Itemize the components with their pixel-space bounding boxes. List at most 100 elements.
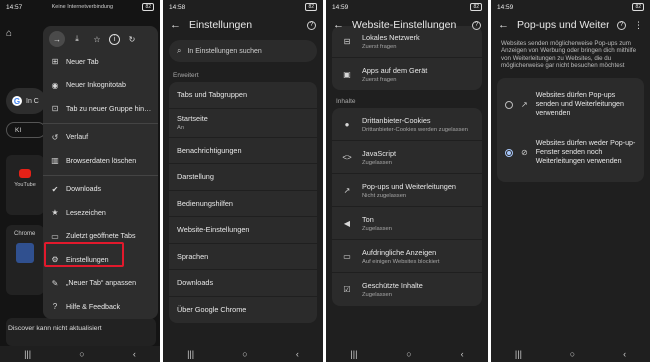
site-setting-label: Lokales Netzwerk <box>362 33 420 42</box>
recents-button[interactable]: ||| <box>515 349 522 359</box>
settings-item[interactable]: Tabs und Tabgruppen <box>169 82 317 109</box>
menu-item-label: Downloads <box>66 185 102 194</box>
settings-item-text: Über Google Chrome <box>177 305 246 314</box>
more-vert-icon[interactable]: ⋮ <box>634 20 643 31</box>
status-time: 14:57 <box>6 3 23 11</box>
settings-item[interactable]: Über Google Chrome <box>169 297 317 324</box>
recents-button[interactable]: ||| <box>350 349 357 359</box>
site-setting-label: Drittanbieter-Cookies <box>362 115 431 125</box>
delete-icon: ▥ <box>51 156 59 166</box>
site-setting-item[interactable]: ● Drittanbieter-Cookies Drittanbieter-Cook… <box>332 108 482 141</box>
menu-item[interactable]: ⊡ Tab zu neuer Gruppe hin… <box>43 97 158 121</box>
help-icon[interactable]: ? <box>617 20 626 30</box>
chrome-menu-panel: 14:57 Keine Internetverbindung 82 ⌂ G In… <box>0 0 160 362</box>
home-button[interactable]: ○ <box>242 349 247 359</box>
back-arrow-icon[interactable]: ← <box>498 19 509 31</box>
search-icon: ⌕ <box>177 46 182 55</box>
home-icon[interactable]: ⌂ <box>6 28 12 39</box>
shortcut-tile-youtube[interactable]: YouTube <box>6 155 44 215</box>
bookmarks-icon: ★ <box>51 208 59 218</box>
settings-item-label: Über Google Chrome <box>177 305 247 315</box>
option-block-popups[interactable]: ⊘ Websites dürfen weder Pop-up-Fenster s… <box>497 128 644 178</box>
home-button[interactable]: ○ <box>79 349 84 359</box>
site-setting-item[interactable]: ▭ Aufdringliche Anzeigen Auf einigen Websi… <box>332 240 482 273</box>
radio-allow[interactable] <box>505 100 513 109</box>
menu-item[interactable]: ✔ Downloads <box>43 178 158 202</box>
back-button[interactable]: ‹ <box>296 349 299 359</box>
settings-item-text: Darstellung <box>177 172 214 181</box>
settings-item-label: Darstellung <box>177 172 214 182</box>
status-notice: Keine Internetverbindung <box>51 4 114 10</box>
tab-group-icon: ⊡ <box>51 104 59 114</box>
menu-item[interactable]: ◉ Neuer Inkognitotab <box>43 74 158 98</box>
settings-item[interactable]: Darstellung <box>169 164 317 191</box>
bookmark-star-icon[interactable]: ☆ <box>89 31 105 47</box>
app-bar: ← Pop-ups und Weiterle… ? ⋮ <box>491 14 650 36</box>
status-bar: 14:57 Keine Internetverbindung 82 <box>0 0 160 14</box>
ki-chip[interactable]: KI <box>6 122 46 138</box>
radio-block[interactable] <box>505 148 513 157</box>
popups-description: Websites senden möglicherweise Pop-ups z… <box>501 40 637 70</box>
settings-item-label: Startseite <box>177 114 208 123</box>
settings-item[interactable]: Startseite An <box>169 109 317 138</box>
settings-search[interactable]: ⌕ In Einstellungen suchen <box>169 40 317 62</box>
settings-item[interactable]: Benachrichtigungen <box>169 138 317 164</box>
site-setting-item[interactable]: <> JavaScript Zugelassen <box>332 141 482 174</box>
site-setting-summary: Drittanbieter-Cookies werden zugelassen <box>362 126 469 133</box>
reload-icon[interactable]: ↻ <box>124 31 140 47</box>
site-setting-item[interactable]: ◀ Ton Zugelassen <box>332 207 482 240</box>
settings-item[interactable]: Downloads <box>169 270 317 297</box>
site-setting-item[interactable]: ↗ Pop-ups und Weiterleitungen Nicht zugela… <box>332 174 482 207</box>
back-button[interactable]: ‹ <box>133 349 136 359</box>
home-button[interactable]: ○ <box>406 349 411 359</box>
site-setting-label: Ton <box>362 214 374 224</box>
menu-item[interactable]: ✎ „Neuer Tab“ anpassen <box>43 272 158 296</box>
settings-item[interactable]: Bedienungshilfen <box>169 191 317 217</box>
site-setting-summary: Zugelassen <box>362 159 392 166</box>
site-setting-text: Apps auf dem Gerät Zuerst fragen <box>362 66 427 83</box>
status-time: 14:59 <box>332 3 349 11</box>
menu-item[interactable]: ⊞ Neuer Tab <box>43 50 158 74</box>
settings-list: Tabs und Tabgruppen Startseite An Benachric… <box>169 82 317 323</box>
back-button[interactable]: ‹ <box>461 349 464 359</box>
edit-icon: ✎ <box>51 278 59 288</box>
help-icon[interactable]: ? <box>472 20 481 30</box>
site-setting-summary: Zugelassen <box>362 225 392 232</box>
help-icon: ? <box>52 302 58 312</box>
download-page-icon[interactable]: ⤓ <box>69 31 85 47</box>
settings-item-text: Benachrichtigungen <box>177 146 242 155</box>
page-title: Pop-ups und Weiterle… <box>517 19 609 31</box>
back-button[interactable]: ‹ <box>623 349 626 359</box>
settings-item-summary: An <box>177 125 185 131</box>
device-illustration-icon <box>16 243 34 263</box>
menu-item[interactable]: ↺ Verlauf <box>43 126 158 150</box>
site-setting-summary: Zuerst fragen <box>362 44 397 50</box>
option-allow-popups[interactable]: ↗ Websites dürfen Pop-ups senden und Wei… <box>497 82 644 128</box>
settings-item[interactable]: Website-Einstellungen <box>169 217 317 244</box>
menu-item[interactable]: ★ Lesezeichen <box>43 201 158 225</box>
back-arrow-icon[interactable]: ← <box>170 19 181 31</box>
menu-item[interactable]: ? Hilfe & Feedback <box>43 295 158 319</box>
home-button[interactable]: ○ <box>570 349 575 359</box>
recents-button[interactable]: ||| <box>24 349 31 359</box>
help-icon[interactable]: ? <box>307 20 316 30</box>
site-setting-item[interactable]: ☑ Geschützte Inhalte Zugelassen <box>332 273 482 306</box>
search-box-bg[interactable]: G In C <box>6 88 46 114</box>
cookie-icon: ● <box>344 119 350 129</box>
site-setting-item[interactable]: ▣ Apps auf dem Gerät Zuerst fragen <box>332 58 482 90</box>
settings-item[interactable]: Sprachen <box>169 244 317 270</box>
content-settings-list: ● Drittanbieter-Cookies Drittanbieter-Cook… <box>332 108 482 306</box>
info-icon[interactable]: i <box>109 33 120 45</box>
apps-icon: ▣ <box>343 69 351 79</box>
recents-button[interactable]: ||| <box>187 349 194 359</box>
chrome-card[interactable]: Chrome <box>6 225 44 295</box>
forward-icon[interactable]: → <box>49 31 65 47</box>
site-setting-text: Aufdringliche Anzeigen Auf einigen Websit… <box>362 248 440 265</box>
site-setting-summary: Nicht zugelassen <box>362 192 407 199</box>
site-settings-top-list: ⊟ Lokales Netzwerk Zuerst fragen ▣ Apps auf … <box>332 26 482 90</box>
settings-item-label: Downloads <box>177 278 214 288</box>
menu-item[interactable]: ▥ Browserdaten löschen <box>43 149 158 173</box>
menu-item-label: Neuer Inkognitotab <box>66 81 126 90</box>
back-arrow-icon[interactable]: ← <box>333 19 344 31</box>
battery-icon: 82 <box>632 3 644 11</box>
